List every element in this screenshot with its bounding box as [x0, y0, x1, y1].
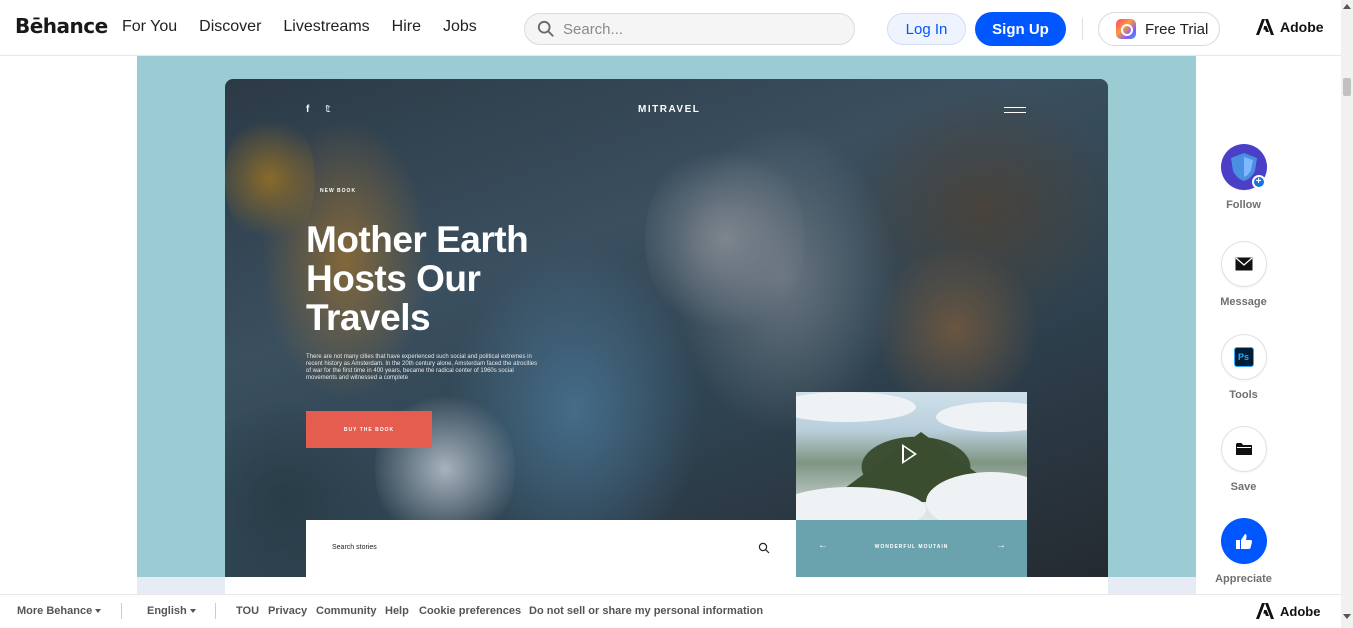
search-stories-bar: Search stories	[306, 520, 796, 577]
footer-link-cookies[interactable]: Cookie preferences	[419, 605, 521, 617]
tools-button[interactable]: Ps	[1220, 334, 1267, 380]
save-action[interactable]: Save	[1213, 426, 1274, 493]
search-stories-label: Search stories	[332, 544, 377, 551]
adobe-footer-label: Adobe	[1280, 603, 1321, 619]
photoshop-icon: Ps	[1233, 347, 1254, 367]
appreciate-label: Appreciate	[1215, 573, 1272, 585]
save-button[interactable]	[1220, 426, 1267, 472]
creator-avatar[interactable]: +	[1220, 144, 1267, 190]
scroll-up-arrow-icon[interactable]	[1343, 4, 1351, 9]
search-input[interactable]	[563, 20, 823, 38]
more-behance-menu[interactable]: More Behance	[17, 605, 102, 617]
footer-link-do-not-sell[interactable]: Do not sell or share my personal informa…	[529, 605, 763, 617]
page-scrollbar[interactable]	[1341, 0, 1353, 628]
free-trial-label: Free Trial	[1145, 20, 1209, 38]
forest-decoration	[865, 249, 1045, 409]
adobe-label: Adobe	[1280, 19, 1324, 35]
video-caption-bar: ← WONDERFUL MOUTAIN →	[796, 520, 1027, 577]
chevron-down-icon	[189, 609, 196, 614]
creative-cloud-icon	[1116, 19, 1136, 39]
facebook-icon[interactable]: f	[306, 104, 309, 115]
arrow-right-icon: →	[996, 540, 1006, 551]
follow-action[interactable]: + Follow	[1213, 144, 1274, 211]
play-icon	[902, 444, 917, 464]
scroll-thumb[interactable]	[1343, 78, 1351, 96]
footer: More Behance English TOU Privacy Communi…	[0, 594, 1341, 628]
hamburger-menu-icon	[1004, 107, 1026, 117]
signup-button[interactable]: Sign Up	[975, 12, 1066, 46]
nav-livestreams[interactable]: Livestreams	[283, 18, 369, 36]
more-behance-label: More Behance	[17, 605, 93, 617]
thumbs-up-icon	[1235, 533, 1252, 549]
save-label: Save	[1230, 481, 1257, 493]
envelope-icon	[1235, 257, 1252, 271]
video-caption: WONDERFUL MOUTAIN	[874, 544, 949, 550]
follow-label: Follow	[1226, 199, 1261, 211]
folder-icon	[1235, 443, 1252, 455]
nav-divider	[1082, 18, 1083, 40]
adobe-footer-link[interactable]: Adobe	[1256, 603, 1320, 619]
hero-paragraph: There are not many cities that have expe…	[306, 354, 538, 381]
top-nav: Bēhance For You Discover Livestreams Hir…	[0, 0, 1341, 56]
message-action[interactable]: Message	[1213, 241, 1274, 308]
nav-jobs[interactable]: Jobs	[443, 18, 477, 36]
mock-brand: MITRAVEL	[638, 104, 701, 115]
nav-for-you[interactable]: For You	[122, 18, 177, 36]
login-button[interactable]: Log In	[887, 13, 966, 45]
nav-discover[interactable]: Discover	[199, 18, 261, 36]
tools-action[interactable]: Ps Tools	[1213, 334, 1274, 401]
project-canvas: f 𝕥 MITRAVEL NEW BOOK Mother Earth Hosts…	[137, 56, 1196, 577]
twitter-icon[interactable]: 𝕥	[325, 104, 330, 115]
adobe-logo-icon	[1256, 19, 1274, 35]
search-bar[interactable]	[524, 13, 855, 45]
forest-decoration	[645, 139, 805, 339]
language-select[interactable]: English	[147, 605, 196, 617]
tools-label: Tools	[1229, 389, 1258, 401]
footer-link-tou[interactable]: TOU	[236, 605, 259, 617]
behance-logo[interactable]: Bēhance	[15, 14, 108, 38]
adobe-link[interactable]: Adobe	[1256, 19, 1324, 35]
next-image-strip	[137, 577, 1196, 594]
search-icon	[758, 542, 770, 554]
project-image: f 𝕥 MITRAVEL NEW BOOK Mother Earth Hosts…	[225, 79, 1108, 577]
language-label: English	[147, 605, 187, 617]
next-image-preview	[225, 577, 1108, 594]
appreciate-action[interactable]: Appreciate	[1213, 518, 1274, 585]
search-icon	[537, 20, 554, 37]
main-nav: For You Discover Livestreams Hire Jobs	[122, 18, 499, 36]
footer-link-help[interactable]: Help	[385, 605, 409, 617]
message-label: Message	[1220, 296, 1267, 308]
footer-divider	[121, 603, 122, 619]
free-trial-button[interactable]: Free Trial	[1098, 12, 1220, 46]
chevron-down-icon	[95, 609, 102, 614]
message-button[interactable]	[1220, 241, 1267, 287]
adobe-logo-icon	[1256, 603, 1274, 619]
new-book-tag: NEW BOOK	[320, 188, 357, 194]
social-icons: f 𝕥	[306, 104, 330, 115]
plus-icon: +	[1251, 175, 1266, 189]
forest-decoration	[225, 109, 315, 249]
cloud-decoration	[936, 402, 1027, 432]
hero-headline: Mother Earth Hosts Our Travels	[306, 219, 529, 338]
buy-the-book-button: BUY THE BOOK	[306, 411, 432, 448]
scroll-down-arrow-icon[interactable]	[1343, 614, 1351, 619]
cloud-decoration	[796, 392, 916, 422]
footer-link-community[interactable]: Community	[316, 605, 377, 617]
footer-link-privacy[interactable]: Privacy	[268, 605, 307, 617]
video-thumbnail	[796, 392, 1027, 520]
footer-divider	[215, 603, 216, 619]
nav-hire[interactable]: Hire	[392, 18, 421, 36]
appreciate-button[interactable]	[1220, 518, 1267, 564]
